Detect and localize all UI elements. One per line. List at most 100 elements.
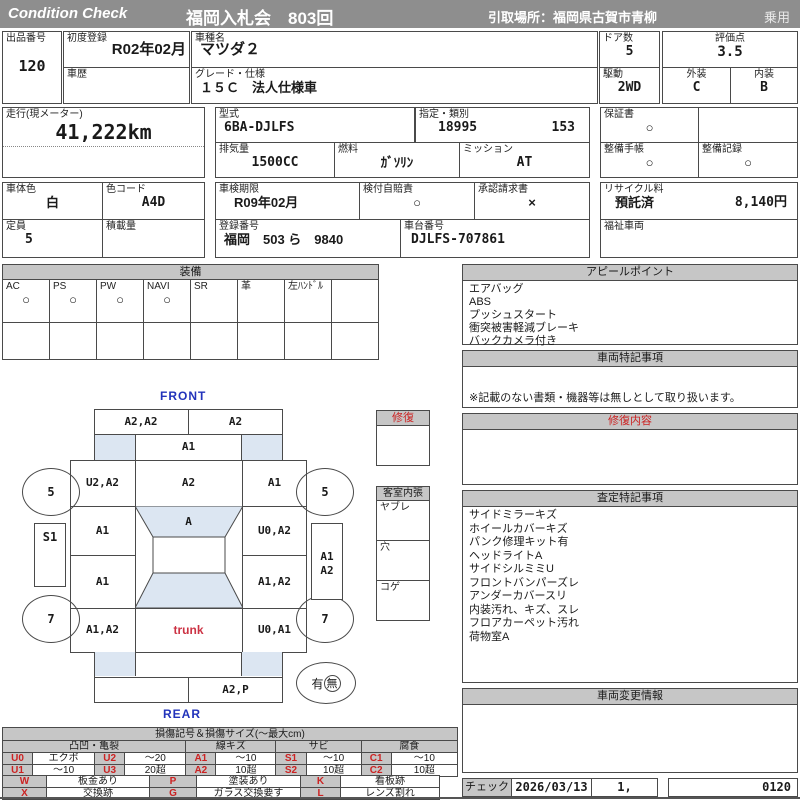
spare-tire-indicator: 有無: [296, 662, 356, 704]
assessment-title: 査定特記事項: [463, 491, 797, 507]
changes-body: [463, 705, 797, 709]
assessment-item: ホイールカバーキズ: [469, 522, 568, 535]
maintenance-record-value: ○: [744, 155, 752, 170]
door-front-right-label: U0,A2: [257, 523, 292, 537]
chassis-value: DJLFS-707861: [411, 232, 505, 247]
sill-right-label-1: A1: [320, 550, 334, 563]
equipment-col-leather: 革: [237, 279, 285, 323]
legend-desc: 塗装あり: [196, 775, 301, 788]
top-bar: Condition Check 福岡入札会 803回 引取場所：福岡県古賀市青柳…: [0, 0, 800, 28]
insurance-value: ○: [413, 195, 421, 210]
drive-value: 2WD: [617, 80, 642, 95]
fuel-value: ｶﾞｿﾘﾝ: [380, 155, 414, 170]
changes-title: 車両変更情報: [463, 689, 797, 705]
grade-value: １５Ｃ 法人仕様車: [200, 80, 318, 95]
taillight-right: [241, 652, 282, 676]
first-reg-cell: 初度登録 R02年02月: [63, 31, 190, 68]
appeal-item: ABS: [469, 296, 492, 308]
vehicle-notes-note: ※記載のない書類・機器等は無しとして取り扱います。: [469, 392, 741, 404]
assessment-section: 査定特記事項 サイドミラーキズ ホイールカバーキズ パンク修理キット有 ヘッドラ…: [462, 490, 798, 683]
cabin-panel: 客室内張 ヤブレ 穴 コゲ: [376, 486, 430, 621]
recycle-fee: 8,140円: [734, 195, 787, 210]
door-rear-right-label: A1,A2: [257, 574, 292, 588]
score-value: 3.5: [717, 44, 743, 60]
exterior-value: C: [692, 80, 701, 95]
drive-cell: 駆動 2WD: [599, 67, 660, 104]
mileage-cell: 走行(現メーター) 41,222km: [2, 107, 205, 178]
legend-size: 〜20: [124, 752, 187, 765]
legend-desc: 板金あり: [46, 775, 150, 788]
legend-code: S1: [275, 752, 307, 765]
equipment-value: ○: [22, 292, 30, 307]
approval-cell: 承認請求書 ×: [474, 182, 590, 220]
vehicle-notes-title: 車両特記事項: [463, 351, 797, 367]
lot-label: 出品番号: [6, 33, 46, 44]
bottom-rule: [0, 797, 800, 799]
equipment-label: 左ﾊﾝﾄﾞﾙ: [288, 281, 323, 292]
equipment-row2-cell: [2, 322, 50, 360]
insurance-cell: 検付自賠責 ○: [359, 182, 475, 220]
interior-value: B: [760, 80, 768, 95]
legend-code: U2: [94, 752, 126, 765]
exterior-cell: 外装 C: [662, 67, 731, 104]
appeal-title: アピールポイント: [463, 265, 797, 281]
equipment-label: [332, 280, 378, 282]
equipment-col-pw: PW ○: [96, 279, 144, 323]
warranty-value: ○: [645, 120, 654, 135]
legend-desc: 看板跡: [340, 775, 440, 788]
legend-title: 損傷記号＆損傷サイズ(〜最大cm): [2, 727, 458, 741]
repair-content-title: 修復内容: [463, 414, 797, 430]
equipment-value: ○: [69, 292, 77, 307]
displacement-value: 1500CC: [251, 155, 299, 170]
equipment-label: SR: [194, 281, 208, 292]
history-cell: 車歴: [63, 67, 190, 104]
headlight-right: [241, 435, 282, 460]
warranty-empty-cell: [698, 107, 798, 143]
cabin-row-burn: コゲ: [380, 582, 400, 593]
check-date: 2026/03/13: [511, 778, 592, 797]
assessment-item: アンダーカバースリ: [469, 590, 568, 602]
lot-value: 120: [18, 57, 46, 75]
fuel-cell: 燃料 ｶﾞｿﾘﾝ: [334, 142, 460, 178]
pickup-place: 引取場所：福岡県古賀市青柳: [488, 10, 658, 25]
cowl-label: A2: [181, 476, 196, 489]
quarter-right-label: U0,A1: [257, 623, 292, 636]
legend-code: W: [2, 775, 47, 788]
quarter-left-label: A1,A2: [85, 623, 120, 636]
assessment-item: ヘッドライトA: [469, 549, 543, 562]
recycle-status: 預託済: [615, 195, 655, 210]
legend-group-corrosion: 腐食: [360, 740, 459, 753]
legend-code: A1: [185, 752, 217, 765]
check-date-value: 2026/03/13: [515, 780, 588, 794]
legend-code: P: [149, 775, 197, 788]
equipment-value: ○: [116, 292, 124, 307]
assessment-item: フロントバンパーズレ: [469, 576, 579, 589]
mileage-value: 41,222km: [55, 120, 152, 144]
legend-code: K: [300, 775, 341, 788]
equipment-value: ○: [163, 292, 171, 307]
appeal-item: プッシュスタート: [469, 309, 557, 321]
check-label: チェック: [462, 778, 512, 797]
color-code-value: A4D: [141, 195, 166, 210]
equipment-col-lhd: 左ﾊﾝﾄﾞﾙ: [284, 279, 332, 323]
transmission-cell: ミッション AT: [459, 142, 590, 178]
equipment-col-ps: PS ○: [49, 279, 97, 323]
grade-cell: グレード・仕様 １５Ｃ 法人仕様車: [191, 67, 598, 104]
history-label: 車歴: [67, 69, 87, 80]
taillight-left: [95, 652, 136, 676]
maintenance-record-cell: 整備記録 ○: [698, 142, 798, 178]
assessment-item: サイドミラーキズ: [469, 509, 557, 521]
legend-group-scratch: 線キズ: [185, 740, 277, 753]
hood-label: A1: [181, 440, 196, 453]
equipment-col-sr: SR: [190, 279, 238, 323]
cabin-panel-title: 客室内張: [377, 487, 429, 501]
doors-value: 5: [625, 44, 634, 59]
appeal-item: エアバッグ: [469, 283, 524, 295]
changes-section: 車両変更情報: [462, 688, 798, 773]
check-code: 0120: [668, 778, 798, 797]
appeal-item: 衝突被害軽減ブレーキ: [469, 322, 579, 334]
auction-title: 福岡入札会 803回: [186, 9, 334, 28]
recycle-cell: リサイクル料 預託済 8,140円: [600, 182, 798, 220]
headlight-left: [95, 435, 136, 460]
sill-left-box: S1: [34, 523, 66, 587]
